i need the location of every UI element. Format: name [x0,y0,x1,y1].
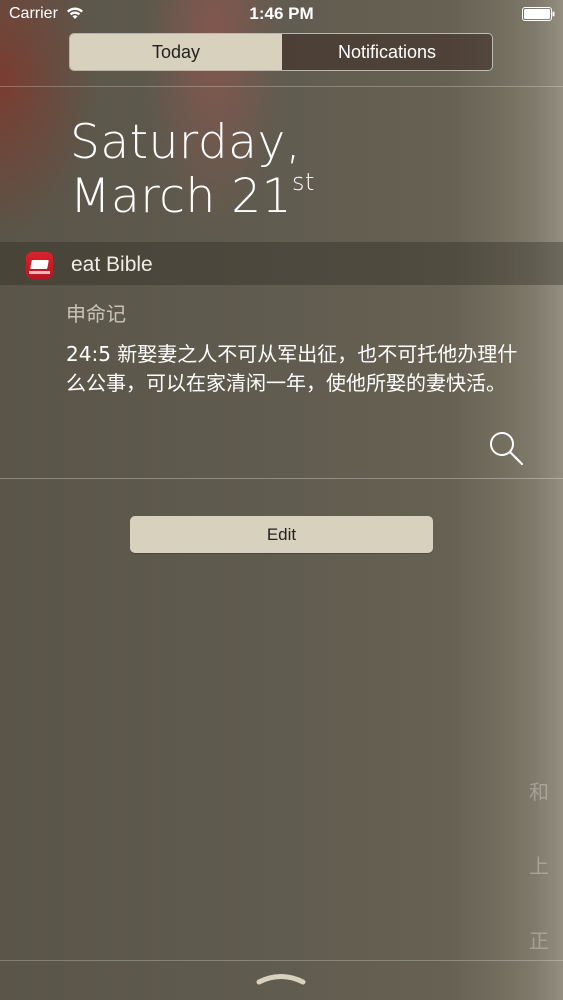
search-icon[interactable] [488,430,524,466]
bible-verse-text[interactable]: 24:5 新娶妻之人不可从军出征，也不可托他办理什么公事，可以在家清闲一年，使他… [66,340,536,398]
divider [0,86,563,87]
tab-notifications[interactable]: Notifications [282,34,492,70]
tab-today[interactable]: Today [70,34,282,70]
grabber-handle-icon[interactable] [256,970,306,986]
background-glyph: 上 [529,854,549,878]
today-notifications-segmented-control: Today Notifications [69,33,493,71]
status-bar: Carrier 1:46 PM [0,0,563,30]
date-ordinal-suffix: st [292,168,315,196]
clock-time: 1:46 PM [249,4,314,23]
date-weekday: Saturday, [70,115,302,170]
edit-button[interactable]: Edit [130,516,433,553]
divider [0,478,563,479]
divider [0,960,563,961]
battery-icon [522,7,555,21]
bible-book-name: 申命记 [66,302,126,326]
date-month-day: March 21st [70,168,315,224]
background-glyph: 和 [529,780,549,804]
date-month-day-main: March 21 [70,169,293,224]
background-glyph: 正 [529,929,549,953]
eat-bible-app-icon [26,252,53,279]
widget-app-name: eat Bible [71,253,153,276]
